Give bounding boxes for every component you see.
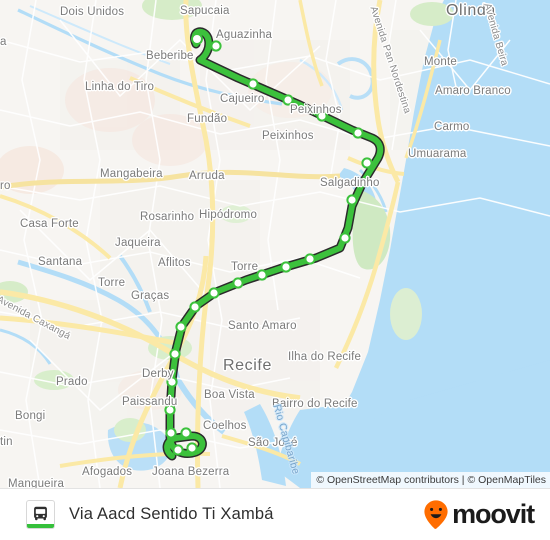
moovit-route-map-screen: Dois Unidos Sapucaia Olinda Beberibe Aguazin… xyxy=(0,0,550,540)
map-vector-layer xyxy=(0,0,550,488)
route-footer-bar: Via Aacd Sentido Ti Xambá moovit xyxy=(0,488,550,540)
moovit-pin-icon xyxy=(424,499,448,529)
map-canvas[interactable]: Dois Unidos Sapucaia Olinda Beberibe Aguazin… xyxy=(0,0,550,488)
route-title: Via Aacd Sentido Ti Xambá xyxy=(69,505,274,523)
bus-icon xyxy=(26,500,55,529)
map-attribution[interactable]: © OpenStreetMap contributors | © OpenMap… xyxy=(311,472,550,488)
bus-icon-accent-bar xyxy=(27,524,54,528)
moovit-wordmark: moovit xyxy=(452,499,535,529)
moovit-logo[interactable]: moovit xyxy=(421,499,535,531)
